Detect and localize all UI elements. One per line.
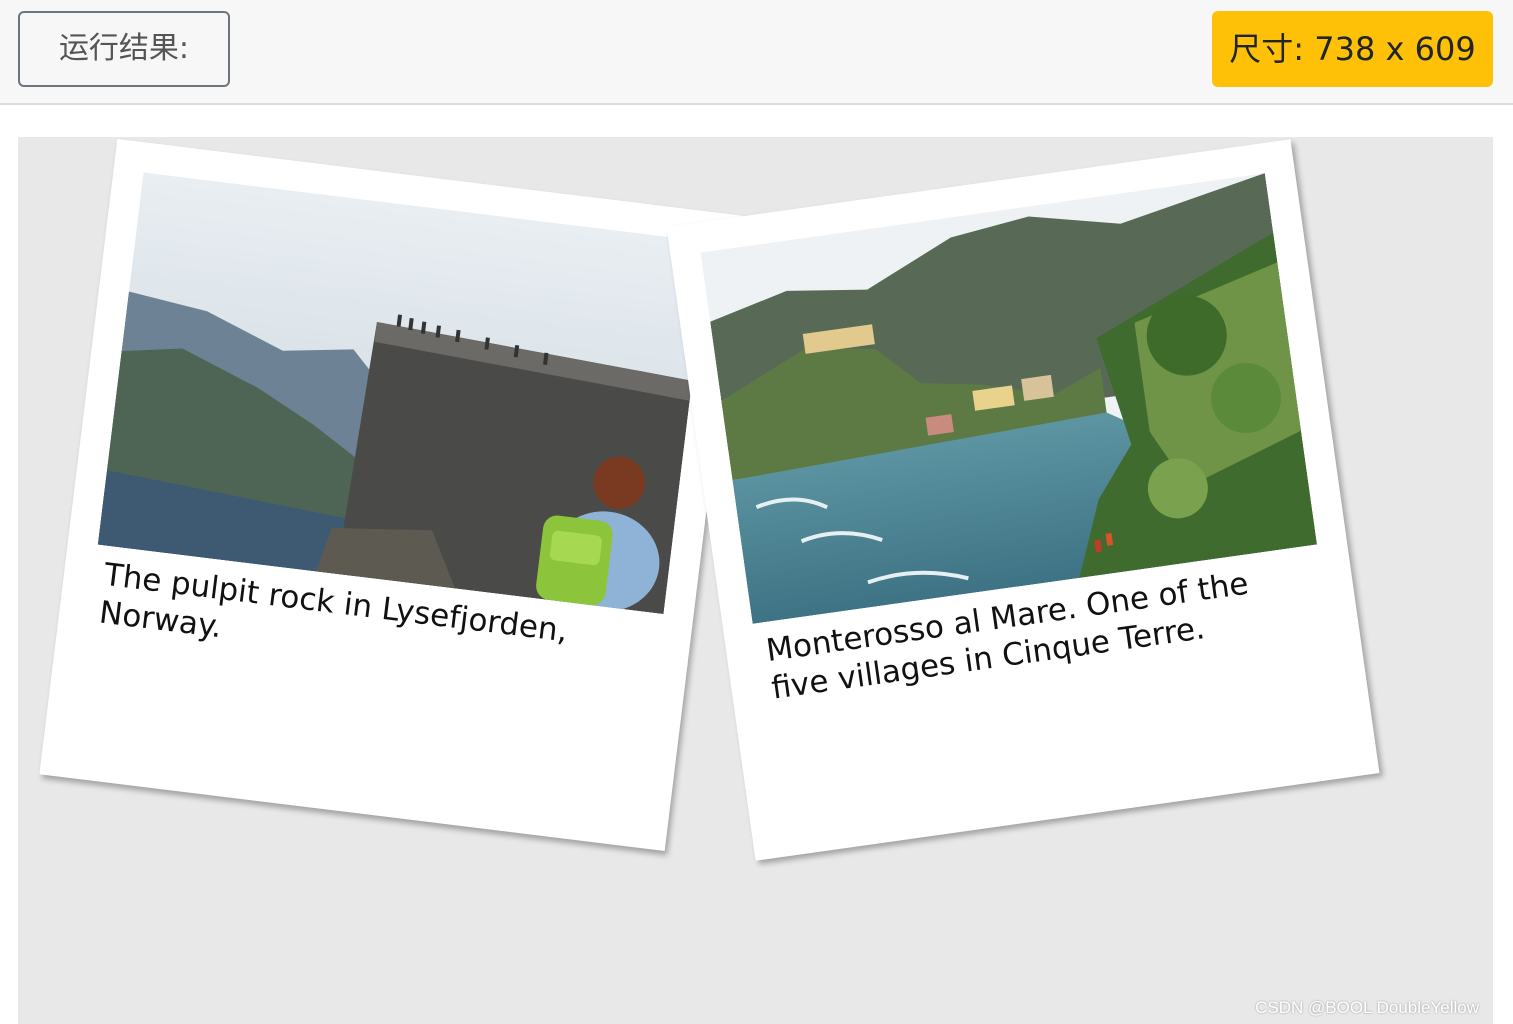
watermark: CSDN @BOOL DoubleYellow xyxy=(1255,998,1479,1017)
monterosso-photo xyxy=(700,173,1318,624)
polaroid-card-monterosso: Monterosso al Mare. One of the five vill… xyxy=(666,139,1380,861)
preview-area: The pulpit rock in Lysefjorden, Norway. xyxy=(18,137,1493,1024)
pulpit-rock-photo xyxy=(97,172,710,615)
polaroid-card-pulpit-rock: The pulpit rock in Lysefjorden, Norway. xyxy=(39,138,743,852)
run-result-button[interactable]: 运行结果: xyxy=(18,11,230,87)
size-badge[interactable]: 尺寸: 738 x 609 xyxy=(1212,11,1493,87)
top-toolbar: 运行结果: 尺寸: 738 x 609 xyxy=(0,0,1513,105)
